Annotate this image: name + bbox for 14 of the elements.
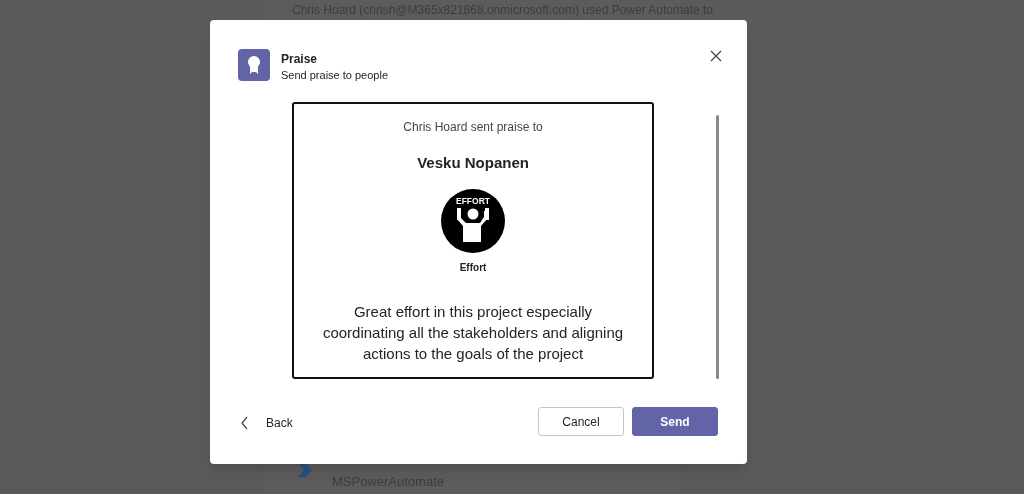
back-button[interactable]: Back <box>240 413 293 432</box>
recipient-name: Vesku Nopanen <box>417 153 529 173</box>
send-button[interactable]: Send <box>632 407 718 436</box>
praise-message: Great effort in this project especially coordinating all the stakeholders and aligning actions to the goals of the project <box>321 301 625 364</box>
badge-drawing: EFFORT <box>440 187 507 254</box>
praise-intro: Chris Hoard sent praise to <box>403 119 543 136</box>
praise-app-icon <box>238 49 270 81</box>
badge-name: Effort <box>459 260 487 275</box>
scrollbar-thumb[interactable] <box>716 115 719 379</box>
chevron-logo-icon <box>296 461 314 479</box>
dialog-title: Praise <box>281 51 319 67</box>
dialog-subtitle: Send praise to people <box>281 68 389 83</box>
cancel-button[interactable]: Cancel <box>538 407 624 436</box>
chevron-left-icon <box>240 415 250 430</box>
